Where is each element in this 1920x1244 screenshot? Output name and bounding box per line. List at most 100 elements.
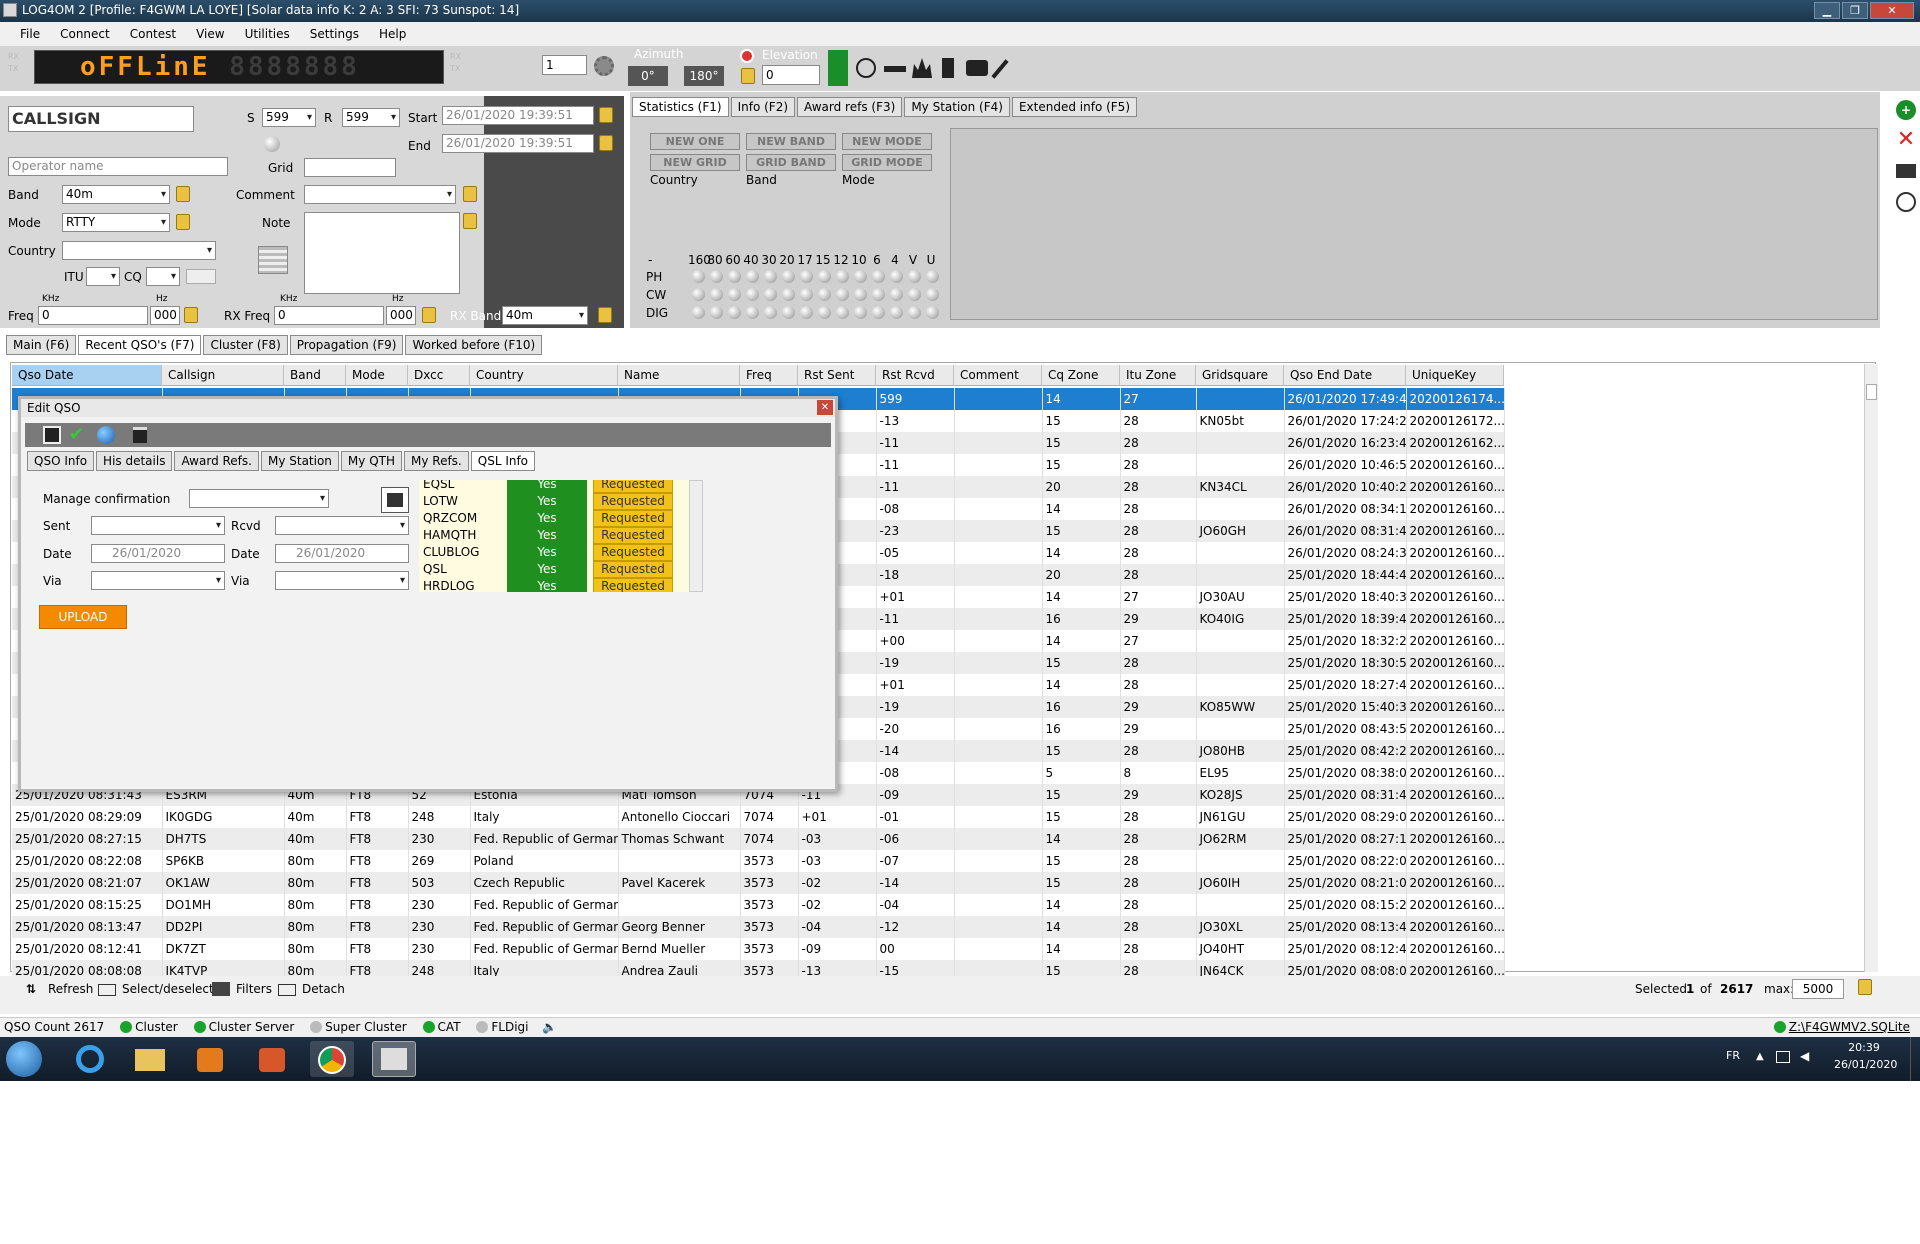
- comment-select[interactable]: [304, 185, 456, 204]
- qsl-list-scrollbar[interactable]: [689, 480, 703, 592]
- table-cell[interactable]: -08: [876, 498, 955, 520]
- table-cell[interactable]: -09: [798, 938, 877, 960]
- qsl-rcvd-status[interactable]: Requested: [593, 544, 673, 561]
- table-cell[interactable]: -03: [798, 828, 877, 850]
- table-cell[interactable]: 25/01/2020 18:44:48: [1284, 564, 1407, 586]
- table-cell[interactable]: 20200126160...: [1406, 652, 1505, 674]
- table-cell[interactable]: +01: [876, 674, 955, 696]
- table-cell[interactable]: 25/01/2020 08:29:09: [12, 806, 163, 828]
- grid-band-button[interactable]: GRID BAND: [746, 154, 836, 171]
- table-cell[interactable]: 20200126160...: [1406, 762, 1505, 784]
- table-row[interactable]: 25/01/2020 08:22:08 SP6KB 80m FT8 269 Poland 3…: [12, 850, 1505, 872]
- table-cell[interactable]: 00: [876, 938, 955, 960]
- qsl-rcvd-status[interactable]: Requested: [593, 578, 673, 592]
- app-launcher-icon[interactable]: [250, 1041, 294, 1077]
- table-cell[interactable]: -19: [876, 652, 955, 674]
- table-cell[interactable]: 14: [1042, 828, 1121, 850]
- qsl-service-row[interactable]: HRDLOG Yes Requested: [419, 578, 691, 592]
- manage-confirmation-select[interactable]: [189, 489, 329, 508]
- table-cell[interactable]: 25/01/2020 08:15:25: [1284, 894, 1407, 916]
- table-cell[interactable]: -06: [876, 828, 955, 850]
- table-cell[interactable]: SP6KB: [162, 850, 285, 872]
- select-icon[interactable]: [98, 984, 116, 996]
- dialog-tab-my-refs[interactable]: My Refs.: [404, 451, 469, 471]
- filters-button[interactable]: Filters: [236, 982, 272, 996]
- table-cell[interactable]: Bernd Mueller: [618, 938, 741, 960]
- qsl-sent-status[interactable]: Yes: [507, 578, 587, 592]
- qsl-service-row[interactable]: QRZCOM Yes Requested: [419, 510, 691, 527]
- table-cell[interactable]: -19: [876, 696, 955, 718]
- table-cell[interactable]: 25/01/2020 08:27:15: [12, 828, 163, 850]
- filters-icon[interactable]: [212, 982, 230, 996]
- menu-settings[interactable]: Settings: [300, 27, 369, 41]
- maximize-button[interactable]: ❐: [1842, 2, 1868, 19]
- table-cell[interactable]: +01: [798, 806, 877, 828]
- table-cell[interactable]: 25/01/2020 08:42:27: [1284, 740, 1407, 762]
- qsl-sent-status[interactable]: Yes: [507, 480, 587, 493]
- new-band-button[interactable]: NEW BAND: [746, 133, 836, 150]
- qsl-service-row[interactable]: LOTW Yes Requested: [419, 493, 691, 510]
- max-input[interactable]: 5000: [1792, 979, 1844, 999]
- table-cell[interactable]: 28: [1120, 564, 1197, 586]
- cluster-server-status[interactable]: Cluster Server: [209, 1020, 295, 1034]
- cluster-status[interactable]: Cluster: [135, 1020, 178, 1034]
- table-cell[interactable]: 20200126160...: [1406, 806, 1505, 828]
- notes-icon[interactable]: [258, 246, 288, 274]
- table-cell[interactable]: [618, 894, 741, 916]
- confirm-check-icon[interactable]: ✔: [69, 424, 84, 445]
- signal-icon[interactable]: [828, 50, 848, 86]
- table-cell[interactable]: 14: [1042, 674, 1121, 696]
- table-cell[interactable]: KN05bt: [1196, 410, 1285, 432]
- table-cell[interactable]: 20200126160...: [1406, 454, 1505, 476]
- table-cell[interactable]: [954, 476, 1043, 498]
- table-cell[interactable]: [1196, 454, 1285, 476]
- table-cell[interactable]: FT8: [346, 894, 409, 916]
- menu-contest[interactable]: Contest: [120, 27, 186, 41]
- table-cell[interactable]: -01: [876, 806, 955, 828]
- table-cell[interactable]: 230: [408, 828, 471, 850]
- table-cell[interactable]: 15: [1042, 850, 1121, 872]
- table-cell[interactable]: DH7TS: [162, 828, 285, 850]
- settings-gear-icon[interactable]: [594, 56, 614, 76]
- table-cell[interactable]: Italy: [470, 806, 619, 828]
- table-cell[interactable]: 20200126160...: [1406, 498, 1505, 520]
- table-cell[interactable]: [954, 564, 1043, 586]
- elevation-lock-icon[interactable]: [741, 68, 755, 84]
- table-cell[interactable]: JO80HB: [1196, 740, 1285, 762]
- table-cell[interactable]: 26/01/2020 08:24:31: [1284, 542, 1407, 564]
- table-cell[interactable]: 29: [1120, 608, 1197, 630]
- band-lock-icon[interactable]: [176, 186, 190, 202]
- table-cell[interactable]: -11: [876, 454, 955, 476]
- tab-statistics[interactable]: Statistics (F1): [632, 97, 729, 117]
- radio-number-spinner[interactable]: 1: [542, 55, 587, 75]
- table-cell[interactable]: -04: [876, 894, 955, 916]
- note-textarea[interactable]: [304, 212, 460, 294]
- detach-button[interactable]: Detach: [302, 982, 345, 996]
- table-cell[interactable]: 20200126160...: [1406, 674, 1505, 696]
- table-cell[interactable]: 28: [1120, 476, 1197, 498]
- start-button-icon[interactable]: [6, 1041, 42, 1077]
- table-cell[interactable]: -11: [876, 476, 955, 498]
- new-mode-button[interactable]: NEW MODE: [842, 133, 932, 150]
- menu-utilities[interactable]: Utilities: [235, 27, 300, 41]
- table-cell[interactable]: [954, 784, 1043, 806]
- column-header-callsign[interactable]: Callsign: [162, 365, 284, 386]
- table-cell[interactable]: FT8: [346, 828, 409, 850]
- table-cell[interactable]: 3573: [740, 938, 799, 960]
- table-cell[interactable]: FT8: [346, 916, 409, 938]
- rx-freq-lock-icon[interactable]: [422, 307, 436, 323]
- sent-date-input[interactable]: 26/01/2020: [91, 544, 225, 563]
- table-cell[interactable]: Czech Republic: [470, 872, 619, 894]
- new-one-button[interactable]: NEW ONE: [650, 133, 740, 150]
- operator-name-input[interactable]: Operator name: [8, 157, 228, 176]
- clock-date[interactable]: 26/01/2020: [1834, 1058, 1897, 1071]
- grid-mode-button[interactable]: GRID MODE: [842, 154, 932, 171]
- rx-band-lock-icon[interactable]: [598, 307, 612, 323]
- qsl-rcvd-status[interactable]: Requested: [593, 480, 673, 493]
- table-cell[interactable]: 269: [408, 850, 471, 872]
- table-cell[interactable]: [954, 630, 1043, 652]
- mode-lock-icon[interactable]: [176, 214, 190, 230]
- table-cell[interactable]: DD2PI: [162, 916, 285, 938]
- table-cell[interactable]: 16: [1042, 696, 1121, 718]
- table-cell[interactable]: [1196, 850, 1285, 872]
